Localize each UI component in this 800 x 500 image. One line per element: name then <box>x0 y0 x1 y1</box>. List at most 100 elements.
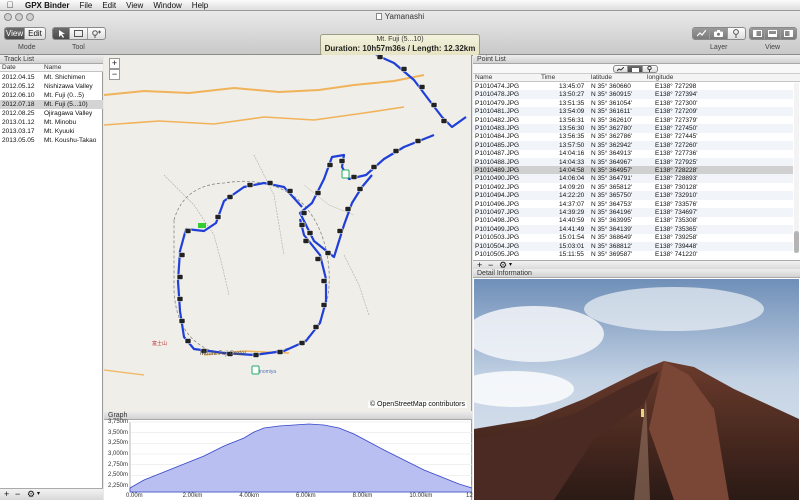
map-canvas[interactable]: Mount Fuji Crater Fujinomiya 富士山 <box>104 55 472 411</box>
pointer-tool-button[interactable] <box>53 28 71 39</box>
zoom-out-button[interactable]: − <box>109 69 120 80</box>
photo-marker-icon[interactable] <box>320 302 328 308</box>
photo-marker-icon[interactable] <box>314 256 322 262</box>
track-row[interactable]: 2013.03.17 Mt. Kyuuki <box>0 127 103 136</box>
photo-marker-icon[interactable] <box>298 222 306 228</box>
track-row[interactable]: 2012.06.10 Mt. Fuji (0...5) <box>0 91 103 100</box>
photo-marker-icon[interactable] <box>246 182 254 188</box>
point-list-pane: Point List Name Time latitude longitude … <box>473 55 800 270</box>
track-points-filter[interactable] <box>614 66 629 72</box>
waypoint-filter[interactable] <box>643 66 657 72</box>
hut-icon[interactable] <box>341 169 350 179</box>
photo-marker-icon[interactable] <box>350 174 358 180</box>
start-flag-icon[interactable] <box>198 223 206 228</box>
photo-marker-icon[interactable] <box>276 349 284 355</box>
photo-marker-icon[interactable] <box>266 180 274 186</box>
photo-marker-icon[interactable] <box>324 250 332 256</box>
photo-marker-icon[interactable] <box>338 158 346 164</box>
apple-icon[interactable]:  <box>0 0 20 10</box>
track-row[interactable]: 2012.04.15 Mt. Shichimen <box>0 73 103 82</box>
menu-app[interactable]: GPX Binder <box>20 1 74 10</box>
column-name[interactable]: Name <box>475 74 492 82</box>
track-row[interactable]: 2012.08.25 Ojiragawa Valley <box>0 109 103 118</box>
photo-marker-icon[interactable] <box>430 102 438 108</box>
photo-marker-icon[interactable] <box>176 274 184 280</box>
track-list-bottom-bar: + − ⚙ ▾ <box>0 488 103 500</box>
add-track-button[interactable]: + <box>4 489 9 499</box>
edit-mode-button[interactable]: Edit <box>25 28 45 39</box>
gear-icon[interactable]: ⚙ <box>27 489 35 500</box>
track-name: Mt. Shichimen <box>44 74 86 81</box>
photo-marker-icon[interactable] <box>214 214 222 220</box>
photo-preview[interactable] <box>474 279 799 500</box>
photo-marker-icon[interactable] <box>226 194 234 200</box>
track-row[interactable]: 2013.05.05 Mt. Koushu-Takao <box>0 136 103 145</box>
point-row[interactable]: P1010505.JPG 15:11:55 N 35° 369587' E138° 7… <box>473 250 793 259</box>
track-name: Nishizawa Valley <box>44 83 93 90</box>
point-list-scrollbar[interactable] <box>794 83 799 253</box>
photo-marker-icon[interactable] <box>314 190 322 196</box>
photo-marker-icon[interactable] <box>178 318 186 324</box>
column-date[interactable]: Date <box>2 64 16 72</box>
photo-marker-icon[interactable] <box>326 162 334 168</box>
photo-points-filter[interactable] <box>628 66 643 72</box>
photo-marker-icon[interactable] <box>298 340 306 346</box>
graph-x-tick: 2.00km <box>182 493 203 499</box>
photo-marker-icon[interactable] <box>440 118 448 124</box>
track-layer-button[interactable] <box>693 28 711 39</box>
photo-marker-icon[interactable] <box>176 296 184 302</box>
track-row[interactable]: 2013.01.12 Mt. Minobu <box>0 118 103 127</box>
column-time[interactable]: Time <box>541 74 555 82</box>
scrollbar-thumb[interactable] <box>794 231 799 253</box>
detail-header: Detail Information <box>473 269 800 278</box>
photo-marker-icon[interactable] <box>414 138 422 144</box>
remove-track-button[interactable]: − <box>15 489 20 499</box>
rectangle-tool-button[interactable] <box>70 28 88 39</box>
photo-marker-icon[interactable] <box>400 66 408 72</box>
track-row[interactable]: 2012.05.12 Nishizawa Valley <box>0 82 103 91</box>
column-latitude[interactable]: latitude <box>591 74 612 82</box>
map-view[interactable]: Mount Fuji Crater Fujinomiya 富士山 + − © O… <box>104 55 472 411</box>
menu-edit[interactable]: Edit <box>97 1 121 10</box>
hut-icon-2[interactable] <box>251 365 260 375</box>
graph-x-tick: 6.00km <box>296 493 316 499</box>
photo-marker-icon[interactable] <box>312 324 320 330</box>
column-name[interactable]: Name <box>44 64 61 72</box>
photo-marker-icon[interactable] <box>344 206 352 212</box>
waypoint-layer-button[interactable] <box>728 28 745 39</box>
show-left-pane-button[interactable] <box>750 28 766 39</box>
photo-marker-icon[interactable] <box>286 188 294 194</box>
zoom-in-button[interactable]: + <box>109 58 120 69</box>
photo-marker-icon[interactable] <box>306 230 314 236</box>
point-filter-bar <box>473 64 800 74</box>
photo-marker-icon[interactable] <box>370 164 378 170</box>
menu-file[interactable]: File <box>74 1 97 10</box>
menu-help[interactable]: Help <box>187 1 213 10</box>
photo-marker-icon[interactable] <box>336 228 344 234</box>
elevation-graph[interactable] <box>104 420 472 500</box>
photo-marker-icon[interactable] <box>356 186 364 192</box>
photo-marker-icon[interactable] <box>392 148 400 154</box>
photo-marker-icon[interactable] <box>302 238 310 244</box>
photo-marker-icon[interactable] <box>178 252 186 258</box>
menu-window[interactable]: Window <box>148 1 186 10</box>
line-graph-icon <box>696 30 706 37</box>
menu-view[interactable]: View <box>121 1 148 10</box>
photo-layer-button[interactable] <box>710 28 728 39</box>
photo-marker-icon[interactable] <box>300 210 308 216</box>
right-sidebar-icon <box>783 30 793 37</box>
track-name: Mt. Fuji (5...10) <box>44 101 88 108</box>
photo-marker-icon[interactable] <box>376 55 384 60</box>
photo-marker-icon[interactable] <box>184 338 192 344</box>
track-row[interactable]: 2012.07.18 Mt. Fuji (5...10) <box>0 100 103 109</box>
show-right-pane-button[interactable] <box>780 28 796 39</box>
pin-tool-button[interactable] <box>88 28 105 39</box>
photo-marker-icon[interactable] <box>418 84 426 90</box>
photo-marker-icon[interactable] <box>252 352 260 358</box>
column-longitude[interactable]: longitude <box>647 74 673 82</box>
photo-marker-icon[interactable] <box>184 228 192 234</box>
view-mode-button[interactable]: View <box>5 28 26 39</box>
photo-marker-icon[interactable] <box>320 278 328 284</box>
map-attribution[interactable]: © OpenStreetMap contributors <box>367 401 467 408</box>
show-bottom-pane-button[interactable] <box>765 28 781 39</box>
